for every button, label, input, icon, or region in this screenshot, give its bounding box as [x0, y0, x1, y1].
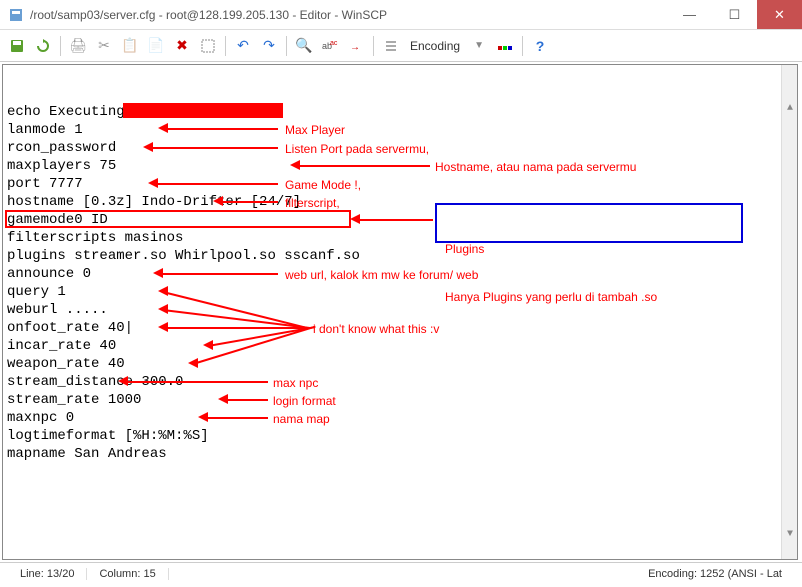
encoding-dropdown-icon[interactable]: ▼: [468, 35, 490, 57]
minimize-button[interactable]: —: [667, 0, 712, 29]
delete-icon[interactable]: ✖: [171, 35, 193, 57]
maximize-button[interactable]: ☐: [712, 0, 757, 29]
status-column: Column: 15: [87, 568, 168, 580]
help-icon[interactable]: ?: [529, 35, 551, 57]
copy-icon[interactable]: 📋: [119, 35, 141, 57]
editor-line[interactable]: weburl .....: [7, 301, 793, 319]
editor-line[interactable]: hostname [0.3z] Indo-Drifter [24/7]: [7, 193, 793, 211]
save-icon[interactable]: [6, 35, 28, 57]
scroll-down-icon[interactable]: ▼: [782, 527, 798, 543]
editor-panel[interactable]: echo Executing Server Config...lanmode 1…: [2, 64, 798, 560]
separator: [225, 36, 226, 56]
editor-line[interactable]: stream_distance 300.0: [7, 373, 793, 391]
window-title: /root/samp03/server.cfg - root@128.199.2…: [30, 8, 667, 22]
redo-icon[interactable]: ↷: [258, 35, 280, 57]
editor-line[interactable]: filterscripts masinos: [7, 229, 793, 247]
editor-line[interactable]: announce 0: [7, 265, 793, 283]
replace-icon[interactable]: abac: [319, 35, 341, 57]
editor-line[interactable]: logtimeformat [%H:%M:%S]: [7, 427, 793, 445]
editor-line[interactable]: stream_rate 1000: [7, 391, 793, 409]
separator: [286, 36, 287, 56]
select-all-icon[interactable]: [197, 35, 219, 57]
vertical-scrollbar[interactable]: ▲ ▼: [781, 65, 797, 559]
window-controls: — ☐ ✕: [667, 0, 802, 29]
status-bar: Line: 13/20 Column: 15 Encoding: 1252 (A…: [0, 562, 802, 584]
status-line: Line: 13/20: [8, 568, 87, 580]
editor-line[interactable]: mapname San Andreas: [7, 445, 793, 463]
toolbar: 🖨 ✂ 📋 📄 ✖ ↶ ↷ 🔍 abac → Encoding ▼ ?: [0, 30, 802, 62]
format-icon[interactable]: [380, 35, 402, 57]
editor-line[interactable]: weapon_rate 40: [7, 355, 793, 373]
editor-line[interactable]: query 1: [7, 283, 793, 301]
separator: [60, 36, 61, 56]
color-icon[interactable]: [494, 35, 516, 57]
encoding-label: Encoding: [410, 39, 460, 53]
paste-icon[interactable]: 📄: [145, 35, 167, 57]
separator: [522, 36, 523, 56]
title-bar: /root/samp03/server.cfg - root@128.199.2…: [0, 0, 802, 30]
cut-icon[interactable]: ✂: [93, 35, 115, 57]
editor-line[interactable]: lanmode 1: [7, 121, 793, 139]
editor-line[interactable]: rcon_password: [7, 139, 793, 157]
find-icon[interactable]: 🔍: [293, 35, 315, 57]
editor-line[interactable]: incar_rate 40: [7, 337, 793, 355]
reload-icon[interactable]: [32, 35, 54, 57]
editor-line[interactable]: onfoot_rate 40|: [7, 319, 793, 337]
editor-line[interactable]: plugins streamer.so Whirlpool.so sscanf.…: [7, 247, 793, 265]
editor-line[interactable]: port 7777: [7, 175, 793, 193]
goto-icon[interactable]: →: [345, 35, 367, 57]
status-encoding: Encoding: 1252 (ANSI - Lat: [636, 568, 794, 580]
app-icon: [8, 7, 24, 23]
editor-line[interactable]: gamemode0 ID: [7, 211, 793, 229]
separator: [373, 36, 374, 56]
close-button[interactable]: ✕: [757, 0, 802, 29]
print-icon[interactable]: 🖨: [67, 35, 89, 57]
scroll-up-icon[interactable]: ▲: [782, 101, 798, 117]
svg-text:→: →: [350, 42, 360, 53]
editor-line[interactable]: echo Executing Server Config...: [7, 103, 793, 121]
svg-text:ac: ac: [330, 40, 338, 47]
editor-line[interactable]: maxnpc 0: [7, 409, 793, 427]
undo-icon[interactable]: ↶: [232, 35, 254, 57]
editor-line[interactable]: maxplayers 75: [7, 157, 793, 175]
